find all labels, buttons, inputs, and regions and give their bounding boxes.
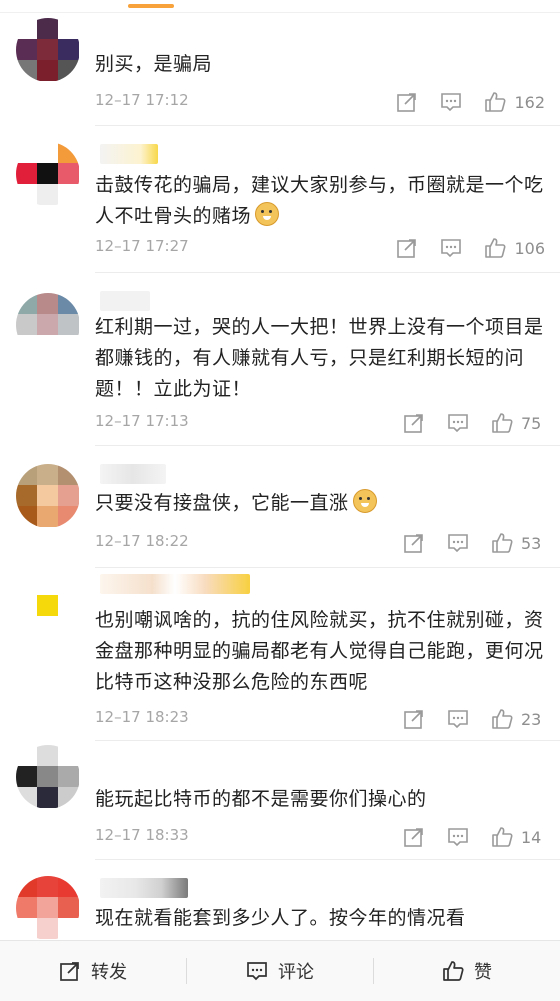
comment-icon[interactable] (440, 237, 462, 259)
username-blurred[interactable] (100, 291, 150, 311)
comment-icon[interactable] (447, 826, 469, 848)
comment-icon[interactable] (447, 708, 469, 730)
avatar[interactable] (16, 574, 80, 638)
comment-label: 评论 (278, 962, 314, 983)
divider (95, 859, 560, 860)
bottom-action-bar: 转发 评论 赞 (0, 940, 560, 1001)
tab-indicator (128, 4, 174, 8)
thumbs-up-icon[interactable] (491, 708, 513, 730)
repost-label: 转发 (91, 962, 127, 983)
like-label: 赞 (474, 962, 492, 983)
like-count: 162 (514, 92, 545, 112)
username-blurred[interactable] (100, 464, 166, 484)
avatar[interactable] (16, 464, 80, 528)
thumbs-up-icon[interactable] (484, 237, 506, 259)
divider (95, 125, 560, 126)
share-icon[interactable] (403, 412, 425, 434)
comment-text: 能玩起比特币的都不是需要你们操心的 (95, 788, 427, 810)
share-icon[interactable] (403, 708, 425, 730)
comment-icon[interactable] (447, 412, 469, 434)
thumbs-up-icon[interactable] (491, 412, 513, 434)
share-icon[interactable] (396, 237, 418, 259)
thumbs-up-icon[interactable] (491, 532, 513, 554)
share-icon[interactable] (396, 91, 418, 113)
doge-emoji-icon (255, 202, 280, 226)
avatar[interactable] (16, 293, 80, 357)
divider (95, 445, 560, 446)
comment-icon[interactable] (447, 532, 469, 554)
comment-text: 也别嘲讽啥的，抗的住风险就买，抗不住就别碰，资金盘那种明显的骗局都老有人觉得自己… (95, 609, 544, 693)
comment-button[interactable]: 评论 (187, 958, 373, 984)
thumbs-up-icon[interactable] (491, 826, 513, 848)
avatar[interactable] (16, 18, 80, 82)
like-count: 14 (521, 827, 542, 847)
like-count: 75 (521, 413, 542, 433)
top-divider (0, 0, 560, 13)
divider (95, 272, 560, 273)
timestamp: 12–17 17:12 (95, 91, 189, 109)
timestamp: 12–17 17:27 (95, 237, 189, 255)
timestamp: 12–17 18:33 (95, 826, 189, 844)
username-blurred[interactable] (100, 574, 250, 594)
timestamp: 12–17 18:22 (95, 532, 189, 550)
thumbs-up-icon (443, 961, 464, 981)
avatar[interactable] (16, 745, 80, 809)
like-count: 106 (514, 238, 545, 258)
share-icon (60, 962, 79, 981)
divider (95, 567, 560, 568)
share-icon[interactable] (403, 532, 425, 554)
comment-text: 现在就看能套到多少人了。按今年的情况看 (95, 907, 466, 929)
timestamp: 12–17 17:13 (95, 412, 189, 430)
like-count: 23 (521, 709, 542, 729)
avatar[interactable] (16, 142, 80, 206)
comment-icon[interactable] (440, 91, 462, 113)
comment-text: 只要没有接盘侠，它能一直涨 (95, 488, 545, 519)
comment-text: 别买，是骗局 (95, 53, 213, 75)
share-icon[interactable] (403, 826, 425, 848)
like-count: 53 (521, 533, 542, 553)
username-blurred[interactable] (100, 878, 188, 898)
repost-button[interactable]: 转发 (0, 958, 186, 984)
divider (95, 740, 560, 741)
comment-text: 红利期一过，哭的人一大把！世界上没有一个项目是都赚钱的，有人赚就有人亏，只是红利… (95, 316, 544, 400)
avatar[interactable] (16, 876, 80, 940)
like-button[interactable]: 赞 (374, 958, 560, 984)
username-blurred[interactable] (100, 144, 158, 164)
comment-text: 击鼓传花的骗局，建议大家别参与，币圈就是一个吃人不吐骨头的赌场 (95, 174, 544, 227)
thumbs-up-icon[interactable] (484, 91, 506, 113)
comment-icon (247, 962, 267, 981)
doge-emoji-icon (352, 489, 377, 513)
timestamp: 12–17 18:23 (95, 708, 189, 726)
